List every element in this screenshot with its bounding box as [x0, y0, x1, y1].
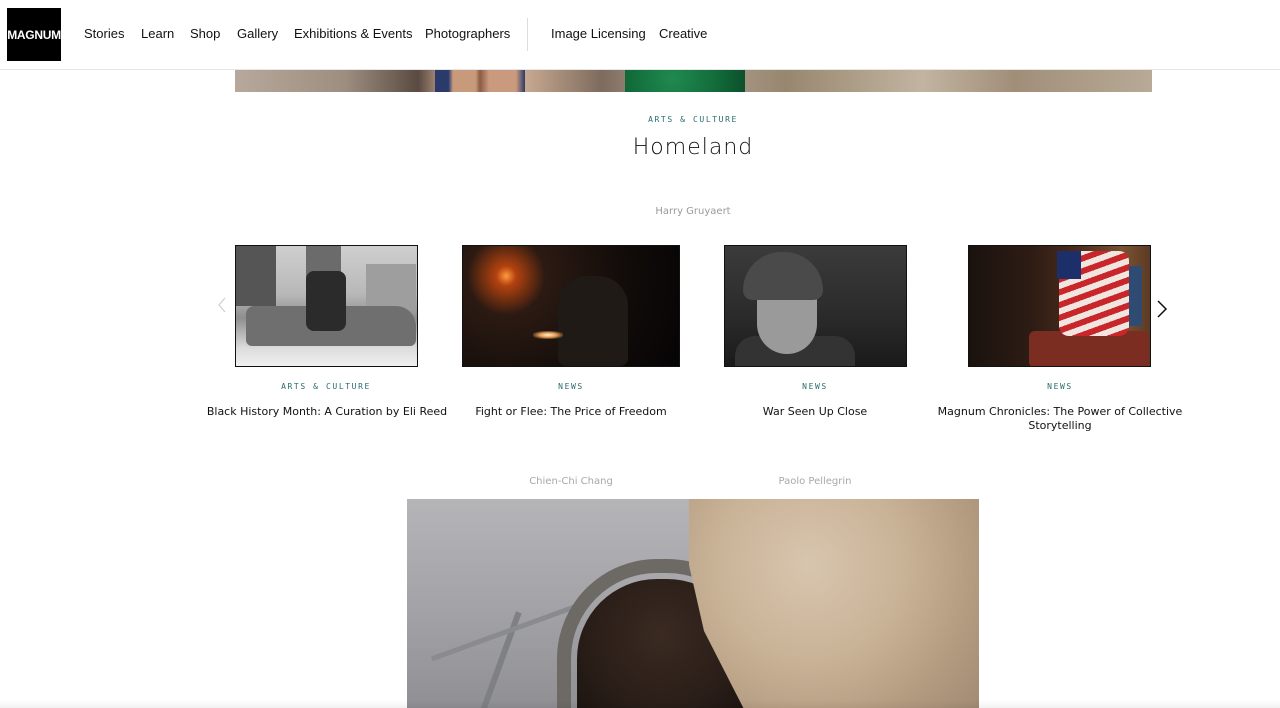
- image-detail: [533, 331, 563, 339]
- card-title[interactable]: War Seen Up Close: [690, 405, 940, 419]
- card-image-fight-or-flee[interactable]: [462, 245, 680, 367]
- image-detail: [236, 246, 276, 306]
- image-detail: [689, 499, 979, 708]
- card-category[interactable]: NEWS: [558, 382, 584, 391]
- card-image-black-history[interactable]: [235, 245, 418, 367]
- nav-divider: [527, 18, 528, 51]
- nav-creative[interactable]: Creative: [659, 26, 707, 44]
- image-detail: [743, 252, 823, 300]
- hero-image-detail-2: [625, 69, 745, 92]
- card-category[interactable]: NEWS: [802, 382, 828, 391]
- nav-exhibitions-events[interactable]: Exhibitions & Events: [294, 26, 413, 44]
- image-detail: [558, 276, 628, 366]
- feature-title[interactable]: Homeland: [633, 135, 753, 160]
- magnum-logo[interactable]: MAGNUM: [7, 8, 61, 61]
- nav-image-licensing[interactable]: Image Licensing: [551, 26, 646, 44]
- site-header: MAGNUM Stories Learn Shop Gallery Exhibi…: [0, 0, 1280, 70]
- chevron-right-icon[interactable]: [1155, 299, 1169, 319]
- nav-stories[interactable]: Stories: [84, 26, 124, 44]
- story-image[interactable]: [407, 499, 979, 708]
- card-image-war-seen-up-close[interactable]: [724, 245, 907, 367]
- nav-photographers[interactable]: Photographers: [425, 26, 510, 44]
- page-bottom-edge: [0, 700, 1280, 708]
- hero-image-detail: [435, 69, 525, 92]
- card-title[interactable]: Fight or Flee: The Price of Freedom: [446, 405, 696, 419]
- nav-shop[interactable]: Shop: [190, 26, 220, 44]
- image-detail: [306, 271, 346, 331]
- nav-learn[interactable]: Learn: [141, 26, 174, 44]
- feature-category[interactable]: ARTS & CULTURE: [648, 115, 738, 124]
- byline-right[interactable]: Paolo Pellegrin: [778, 476, 851, 487]
- card-category[interactable]: ARTS & CULTURE: [281, 382, 371, 391]
- card-title[interactable]: Black History Month: A Curation by Eli R…: [202, 405, 452, 419]
- image-detail: [1057, 251, 1081, 279]
- nav-gallery[interactable]: Gallery: [237, 26, 278, 44]
- card-image-magnum-chronicles[interactable]: [968, 245, 1151, 367]
- hero-image[interactable]: [235, 69, 1152, 92]
- card-category[interactable]: NEWS: [1047, 382, 1073, 391]
- chevron-left-icon[interactable]: [216, 297, 228, 313]
- image-detail: [1029, 331, 1149, 366]
- image-detail: [366, 264, 416, 309]
- feature-author[interactable]: Harry Gruyaert: [655, 206, 730, 217]
- byline-left[interactable]: Chien-Chi Chang: [529, 476, 613, 487]
- card-title[interactable]: Magnum Chronicles: The Power of Collecti…: [935, 405, 1185, 433]
